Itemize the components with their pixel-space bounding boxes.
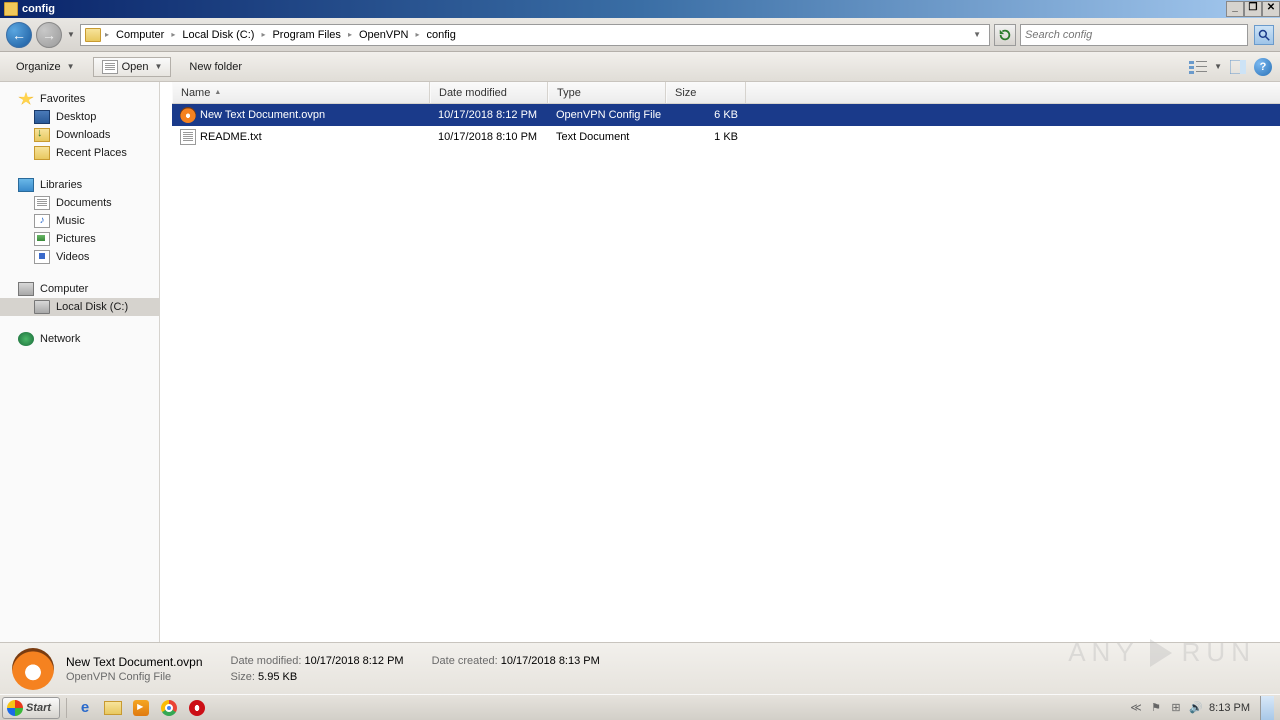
nav-desktop[interactable]: Desktop <box>0 108 159 126</box>
command-bar: Organize▼ Open▼ New folder ▼ ? <box>0 52 1280 82</box>
windows-orb-icon <box>7 700 23 716</box>
desktop-icon <box>34 110 50 124</box>
breadcrumb-config[interactable]: config <box>424 29 459 41</box>
history-dropdown[interactable]: ▼ <box>66 23 76 47</box>
address-bar[interactable]: ▸ Computer ▸ Local Disk (C:) ▸ Program F… <box>80 24 990 46</box>
minimize-button[interactable]: _ <box>1226 1 1244 17</box>
tray-clock[interactable]: 8:13 PM <box>1209 702 1250 714</box>
breadcrumb-openvpn[interactable]: OpenVPN <box>356 29 412 41</box>
network-icon <box>18 332 34 346</box>
file-row[interactable]: New Text Document.ovpn10/17/2018 8:12 PM… <box>172 104 1280 126</box>
nav-music[interactable]: Music <box>0 212 159 230</box>
breadcrumb-disk[interactable]: Local Disk (C:) <box>179 29 257 41</box>
forward-button[interactable]: → <box>36 22 62 48</box>
address-dropdown[interactable]: ▼ <box>969 30 985 39</box>
pictures-icon <box>34 232 50 246</box>
nav-local-disk[interactable]: Local Disk (C:) <box>0 298 159 316</box>
computer-group[interactable]: Computer <box>0 280 159 298</box>
nav-videos[interactable]: Videos <box>0 248 159 266</box>
libraries-icon <box>18 178 34 192</box>
back-button[interactable]: ← <box>6 22 32 48</box>
new-folder-button[interactable]: New folder <box>181 58 250 76</box>
window-title: config <box>22 3 55 15</box>
tray-volume-icon[interactable]: 🔊 <box>1189 701 1203 715</box>
system-tray: ≪ ⚑ ⊞ 🔊 8:13 PM <box>1123 696 1280 720</box>
open-button[interactable]: Open▼ <box>93 57 172 77</box>
col-size[interactable]: Size <box>666 82 746 103</box>
column-headers: Name▲ Date modified Type Size <box>172 82 1280 104</box>
disk-icon <box>34 300 50 314</box>
file-icon <box>102 60 118 74</box>
documents-icon <box>34 196 50 210</box>
address-bar-row: ← → ▼ ▸ Computer ▸ Local Disk (C:) ▸ Pro… <box>0 18 1280 52</box>
text-file-icon <box>180 129 196 145</box>
taskbar: Start e ≪ ⚑ ⊞ 🔊 8:13 PM <box>0 694 1280 720</box>
file-list: Name▲ Date modified Type Size New Text D… <box>160 82 1280 642</box>
details-pane: New Text Document.ovpn Date modified: 10… <box>0 642 1280 694</box>
close-button[interactable]: ✕ <box>1262 1 1280 17</box>
taskbar-ie[interactable]: e <box>74 698 96 718</box>
start-button[interactable]: Start <box>2 697 60 719</box>
folder-icon <box>4 2 18 16</box>
breadcrumb-computer[interactable]: Computer <box>113 29 167 41</box>
tray-network-icon[interactable]: ⊞ <box>1169 701 1183 715</box>
view-dropdown[interactable]: ▼ <box>1214 62 1222 71</box>
taskbar-explorer[interactable] <box>102 698 124 718</box>
show-desktop-button[interactable] <box>1260 696 1274 720</box>
organize-button[interactable]: Organize▼ <box>8 58 83 76</box>
col-date[interactable]: Date modified <box>430 82 548 103</box>
nav-documents[interactable]: Documents <box>0 194 159 212</box>
favorites-group[interactable]: Favorites <box>0 90 159 108</box>
details-filetype: OpenVPN Config File <box>66 671 171 683</box>
breadcrumb-sep[interactable]: ▸ <box>103 30 111 39</box>
taskbar-mediaplayer[interactable] <box>130 698 152 718</box>
tray-flag-icon[interactable]: ⚑ <box>1149 701 1163 715</box>
title-bar: config _ ❐ ✕ <box>0 0 1280 18</box>
nav-recent[interactable]: Recent Places <box>0 144 159 162</box>
computer-icon <box>18 282 34 296</box>
nav-pictures[interactable]: Pictures <box>0 230 159 248</box>
preview-pane-button[interactable] <box>1228 58 1248 76</box>
openvpn-icon <box>180 107 196 123</box>
videos-icon <box>34 250 50 264</box>
nav-downloads[interactable]: Downloads <box>0 126 159 144</box>
openvpn-icon <box>12 648 54 690</box>
col-name[interactable]: Name▲ <box>172 82 430 103</box>
refresh-button[interactable] <box>994 24 1016 46</box>
search-input[interactable] <box>1025 29 1243 41</box>
downloads-icon <box>34 128 50 142</box>
libraries-group[interactable]: Libraries <box>0 176 159 194</box>
details-filename: New Text Document.ovpn <box>66 655 203 669</box>
view-button[interactable] <box>1188 58 1208 76</box>
help-button[interactable]: ? <box>1254 58 1272 76</box>
search-box[interactable] <box>1020 24 1248 46</box>
search-button[interactable] <box>1254 25 1274 45</box>
star-icon <box>18 92 34 106</box>
folder-icon <box>85 28 101 42</box>
network-group[interactable]: Network <box>0 330 159 348</box>
navigation-pane: Favorites Desktop Downloads Recent Place… <box>0 82 160 642</box>
recent-icon <box>34 146 50 160</box>
taskbar-opera[interactable] <box>186 698 208 718</box>
tray-expand-icon[interactable]: ≪ <box>1129 701 1143 715</box>
file-row[interactable]: README.txt10/17/2018 8:10 PMText Documen… <box>172 126 1280 148</box>
main-area: Favorites Desktop Downloads Recent Place… <box>0 82 1280 642</box>
maximize-button[interactable]: ❐ <box>1244 1 1262 17</box>
col-type[interactable]: Type <box>548 82 666 103</box>
music-icon <box>34 214 50 228</box>
breadcrumb-progfiles[interactable]: Program Files <box>269 29 343 41</box>
taskbar-chrome[interactable] <box>158 698 180 718</box>
